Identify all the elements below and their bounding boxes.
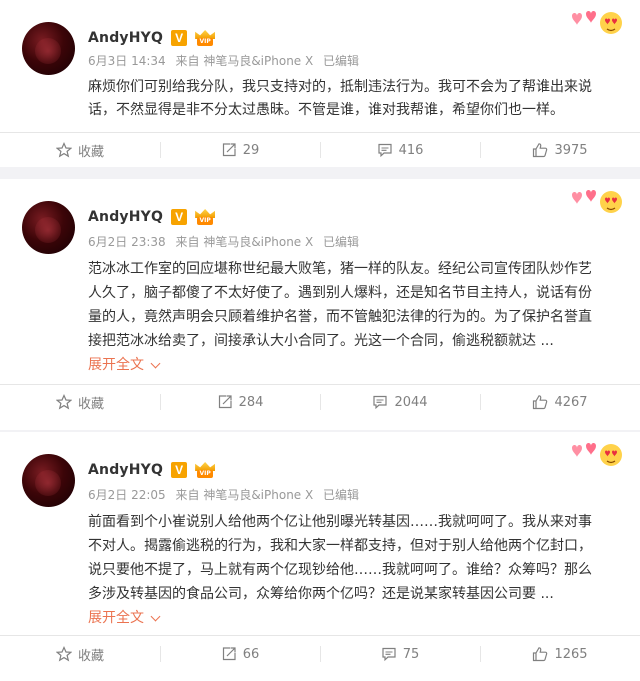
expand-full-text-link[interactable]: 展开全文: [88, 355, 618, 375]
favorite-label: 收藏: [77, 648, 104, 664]
action-bar: 收藏 284 2044 4267: [0, 385, 640, 419]
repost-button[interactable]: 29: [160, 133, 320, 167]
content-line: 麻烦你们可别给我分队，我只支持对的，抵制违法行为。我可不会为了帮谁出来说: [88, 79, 592, 95]
content-line: 范冰冰工作室的回应堪称世纪最大败笔，猪一样的队友。经纪公司宣传团队炒作艺: [88, 261, 592, 277]
username[interactable]: AndyHYQ: [88, 209, 163, 225]
member-crown-icon: VIP: [195, 462, 216, 478]
favorite-button[interactable]: 收藏: [0, 385, 160, 419]
favorite-label: 收藏: [77, 144, 104, 160]
repost-button[interactable]: 66: [160, 637, 320, 671]
post-content: 范冰冰工作室的回应堪称世纪最大败笔，猪一样的队友。经纪公司宣传团队炒作艺 人久了…: [88, 257, 618, 375]
heart-eyes-sticker: [572, 190, 622, 213]
star-icon: [55, 646, 72, 662]
divider: [0, 635, 640, 636]
comment-button[interactable]: 2044: [320, 385, 480, 419]
content-line: 话，不然显得是非不分太过愚昧。不管是谁，谁对我帮谁，希望你们也一样。: [88, 102, 564, 118]
post-source: 来自 神笔马良&iPhone X: [175, 235, 314, 249]
verified-badge: V: [171, 30, 188, 46]
edited-label[interactable]: 已编辑: [323, 235, 359, 249]
verified-badge: V: [171, 462, 188, 478]
post-content: 麻烦你们可别给我分队，我只支持对的，抵制违法行为。我可不会为了帮谁出来说 话，不…: [88, 76, 618, 122]
star-icon: [55, 142, 72, 158]
favorite-button[interactable]: 收藏: [0, 133, 160, 167]
content-line: 前面看到个小崔说别人给他两个亿让他别曝光转基因……我就呵呵了。我从来对事: [88, 514, 592, 530]
post-header: AndyHYQ V VIP: [88, 460, 216, 480]
username[interactable]: AndyHYQ: [88, 30, 163, 46]
post-meta: 6月3日 14:34 来自 神笔马良&iPhone X 已编辑: [88, 52, 365, 69]
favorite-label: 收藏: [77, 396, 104, 412]
comment-count: 2044: [394, 394, 428, 410]
avatar[interactable]: [22, 454, 75, 507]
member-crown-icon: VIP: [195, 209, 216, 225]
post-meta: 6月2日 23:38 来自 神笔马良&iPhone X 已编辑: [88, 233, 365, 250]
star-icon: [55, 394, 72, 410]
heart-eyes-sticker: [572, 443, 622, 466]
post-content: 前面看到个小崔说别人给他两个亿让他别曝光转基因……我就呵呵了。我从来对事 不对人…: [88, 510, 618, 628]
post-source: 来自 神笔马良&iPhone X: [175, 54, 314, 68]
expand-label: 展开全文: [88, 610, 144, 626]
repost-button[interactable]: 284: [160, 385, 320, 419]
like-button[interactable]: 1265: [480, 637, 640, 671]
repost-count: 66: [242, 646, 260, 662]
expand-full-text-link[interactable]: 展开全文: [88, 608, 618, 628]
post-header: AndyHYQ V VIP: [88, 207, 216, 227]
expand-label: 展开全文: [88, 357, 144, 373]
verified-badge: V: [171, 209, 188, 225]
heart-eyes-sticker: [572, 11, 622, 34]
comment-icon: [377, 143, 392, 158]
content-line: 多涉及转基因的食品公司，众筹给你两个亿吗？还是说某家转基因公司要 ...: [88, 586, 554, 602]
comment-icon: [373, 395, 388, 410]
like-count: 1265: [554, 646, 588, 662]
repost-icon: [222, 143, 236, 157]
repost-icon: [218, 395, 232, 409]
weibo-post: AndyHYQ V VIP 6月3日 14:34 来自 神笔马良&iPhone …: [0, 0, 640, 167]
like-icon: [533, 143, 548, 158]
post-meta: 6月2日 22:05 来自 神笔马良&iPhone X 已编辑: [88, 486, 365, 503]
action-bar: 收藏 66 75 1265: [0, 637, 640, 671]
post-date[interactable]: 6月3日 14:34: [88, 54, 166, 68]
post-date[interactable]: 6月2日 22:05: [88, 488, 166, 502]
username[interactable]: AndyHYQ: [88, 462, 163, 478]
like-icon: [533, 395, 548, 410]
edited-label[interactable]: 已编辑: [323, 488, 359, 502]
comment-button[interactable]: 75: [320, 637, 480, 671]
like-icon: [533, 647, 548, 662]
avatar[interactable]: [22, 22, 75, 75]
content-line: 说只要他不提了，马上就有两个亿现钞给他……我就呵呵了。谁给？众筹吗？那么: [88, 562, 592, 578]
comment-count: 75: [402, 646, 420, 662]
post-date[interactable]: 6月2日 23:38: [88, 235, 166, 249]
chevron-down-icon: [150, 611, 161, 621]
repost-count: 29: [242, 142, 260, 158]
repost-icon: [222, 647, 236, 661]
comment-icon: [382, 647, 396, 662]
favorite-button[interactable]: 收藏: [0, 637, 160, 671]
like-button[interactable]: 3975: [480, 133, 640, 167]
like-count: 4267: [554, 394, 588, 410]
post-header: AndyHYQ V VIP: [88, 28, 216, 48]
content-line: 量的人，竟然声明会只顾着维护名誉，而不管触犯法律的行为的。为了保护名誉直: [88, 309, 592, 325]
weibo-post: AndyHYQ V VIP 6月2日 22:05 来自 神笔马良&iPhone …: [0, 432, 640, 681]
weibo-post: AndyHYQ V VIP 6月2日 23:38 来自 神笔马良&iPhone …: [0, 179, 640, 430]
chevron-down-icon: [150, 358, 161, 368]
content-line: 人久了，脑子都傻了不太好使了。遇到别人爆料，还是知名节目主持人，说话有份: [88, 285, 592, 301]
comment-count: 416: [398, 142, 424, 158]
like-count: 3975: [554, 142, 588, 158]
post-source: 来自 神笔马良&iPhone X: [175, 488, 314, 502]
comment-button[interactable]: 416: [320, 133, 480, 167]
action-bar: 收藏 29 416 3975: [0, 133, 640, 167]
repost-count: 284: [238, 394, 264, 410]
member-crown-icon: VIP: [195, 30, 216, 46]
content-line: 接把范冰冰给卖了，间接承认大小合同了。光这一个合同，偷逃税额就达 ...: [88, 333, 554, 349]
like-button[interactable]: 4267: [480, 385, 640, 419]
edited-label[interactable]: 已编辑: [323, 54, 359, 68]
avatar[interactable]: [22, 201, 75, 254]
content-line: 不对人。揭露偷逃税的行为，我和大家一样都支持，但对于别人给他两个亿封口，: [88, 538, 592, 554]
